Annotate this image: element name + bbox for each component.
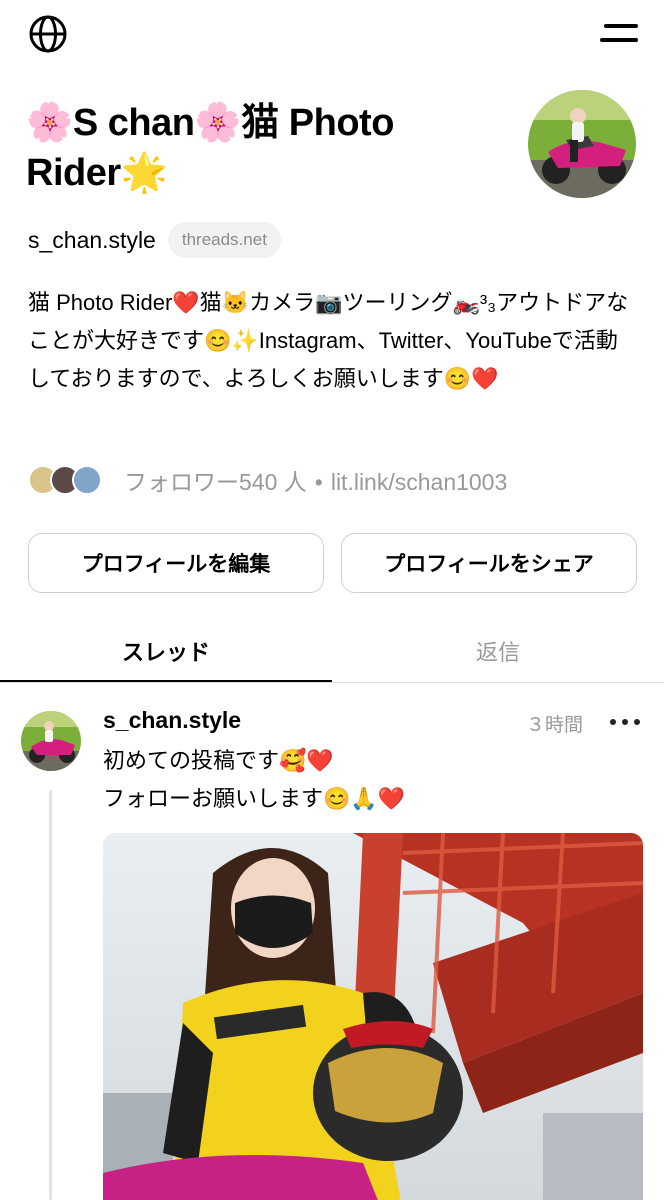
handle-row: s_chan.style threads.net	[28, 218, 281, 262]
edit-profile-button[interactable]: プロフィールを編集	[28, 533, 324, 593]
follower-avatars	[28, 463, 108, 497]
tab-replies[interactable]: 返信	[332, 620, 664, 682]
profile-link[interactable]: lit.link/schan1003	[331, 469, 507, 495]
post-timestamp: ３時間	[526, 715, 584, 736]
thread-line	[49, 790, 52, 1200]
profile-handle: s_chan.style	[28, 226, 156, 253]
post-text: 初めての投稿です🥰❤️ フォローお願いします😊🙏❤️	[103, 742, 643, 818]
domain-badge[interactable]: threads.net	[167, 222, 281, 258]
post-photo[interactable]	[103, 833, 643, 1200]
more-options-icon[interactable]	[610, 710, 640, 734]
followers-count[interactable]: フォロワー540 人	[124, 469, 307, 495]
followers-row[interactable]: フォロワー540 人 • lit.link/schan1003	[28, 460, 507, 500]
globe-icon[interactable]	[28, 14, 68, 54]
menu-icon[interactable]	[600, 22, 638, 46]
share-profile-button[interactable]: プロフィールをシェア	[341, 533, 637, 593]
post-username[interactable]: s_chan.style	[103, 707, 241, 734]
profile-bio: 猫 Photo Rider❤️猫🐱カメラ📷ツーリング🏍️³₃アウトドアなことが大…	[28, 290, 629, 391]
profile-avatar[interactable]	[528, 90, 636, 198]
post-text-line: 初めての投稿です🥰❤️	[103, 748, 334, 773]
tab-threads[interactable]: スレッド	[0, 620, 332, 682]
profile-page: 🌸S chan🌸猫 Photo Rider🌟 s_chan.style thre…	[0, 0, 664, 1200]
separator-dot: •	[314, 469, 323, 495]
tab-divider	[0, 682, 664, 683]
post-text-line: フォローお願いします😊🙏❤️	[103, 786, 406, 811]
follower-avatar	[72, 465, 102, 495]
post-avatar[interactable]	[21, 711, 81, 771]
profile-name: 🌸S chan🌸猫 Photo Rider🌟	[26, 102, 394, 194]
